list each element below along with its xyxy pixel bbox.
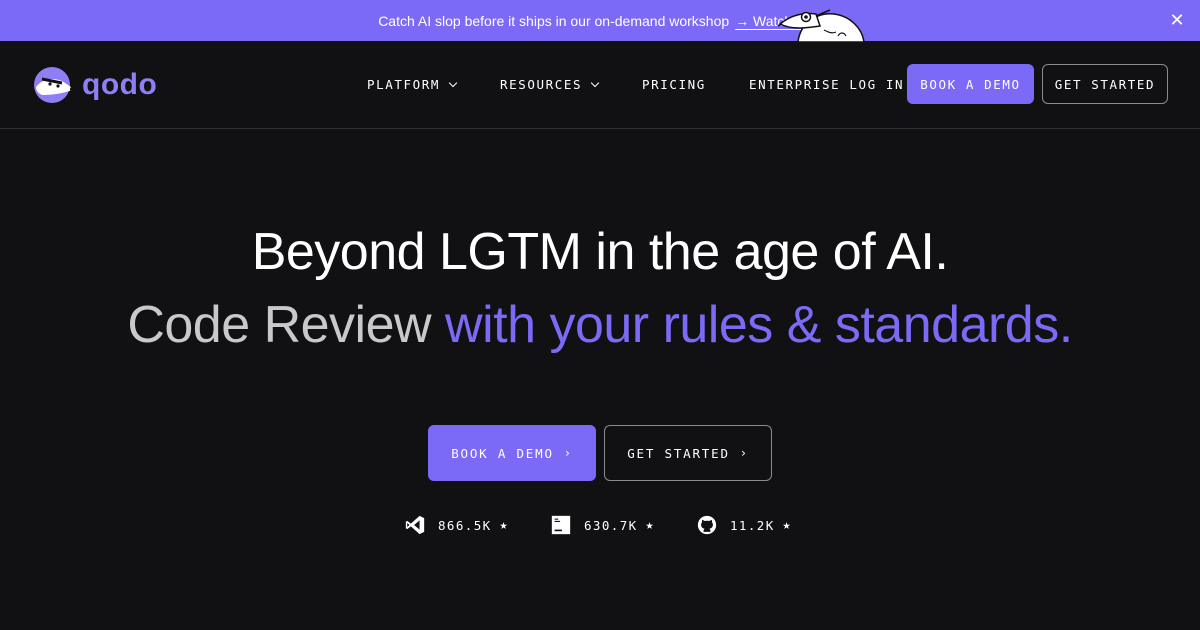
hero-subheadline-grey: Code Review xyxy=(127,296,446,354)
nav-platform-label: PLATFORM xyxy=(367,77,441,92)
stat-jetbrains: 630.7K ★ xyxy=(550,514,655,536)
brand-wordmark: qodo xyxy=(82,68,158,101)
chevron-down-icon xyxy=(590,78,600,87)
chevron-right-icon: › xyxy=(739,446,749,460)
nav-pricing[interactable]: PRICING xyxy=(642,77,706,92)
hero-book-demo-button[interactable]: BOOK A DEMO › xyxy=(428,425,596,481)
book-demo-button[interactable]: BOOK A DEMO xyxy=(907,64,1034,104)
hero-headline: Beyond LGTM in the age of AI. xyxy=(251,223,949,281)
hero-subheadline-accent: with your rules & standards. xyxy=(445,296,1073,354)
close-icon[interactable]: ✕ xyxy=(1168,11,1186,29)
stat-jetbrains-value: 630.7K xyxy=(584,517,638,533)
top-navigation: qodo PLATFORM RESOURCES PRICING ENTERPRI… xyxy=(0,41,1200,129)
badger-mascot-illustration xyxy=(776,2,868,42)
hero-book-demo-label: BOOK A DEMO xyxy=(451,445,554,461)
star-icon: ★ xyxy=(782,517,792,533)
chevron-down-icon xyxy=(448,78,458,87)
nav-pricing-label: PRICING xyxy=(642,77,706,92)
vscode-icon xyxy=(404,514,426,536)
nav-resources[interactable]: RESOURCES xyxy=(500,77,600,92)
github-icon xyxy=(696,514,718,536)
nav-platform[interactable]: PLATFORM xyxy=(367,77,458,92)
qodo-logo[interactable]: qodo xyxy=(32,65,157,105)
nav-enterprise-login-label: ENTERPRISE LOG IN xyxy=(749,77,905,92)
hero-get-started-label: GET STARTED xyxy=(627,445,730,461)
stat-vscode: 866.5K ★ xyxy=(404,514,509,536)
star-icon: ★ xyxy=(499,517,509,533)
nav-resources-label: RESOURCES xyxy=(500,77,583,92)
announcement-text: Catch AI slop before it ships in our on-… xyxy=(378,12,730,29)
hero-subheadline: Code Review with your rules & standards. xyxy=(0,295,1200,355)
hero-get-started-button[interactable]: GET STARTED › xyxy=(604,425,772,481)
get-started-button[interactable]: GET STARTED xyxy=(1042,64,1168,104)
chevron-right-icon: › xyxy=(563,446,573,460)
star-icon: ★ xyxy=(645,517,655,533)
stat-github-value: 11.2K xyxy=(730,517,775,533)
stat-github: 11.2K ★ xyxy=(696,514,792,536)
qodo-badger-logo xyxy=(34,67,74,103)
install-stats: 866.5K ★ 630.7K ★ 11.2K ★ xyxy=(0,514,1200,538)
announcement-bar: Catch AI slop before it ships in our on-… xyxy=(0,0,1200,42)
stat-vscode-value: 866.5K xyxy=(438,517,492,533)
jetbrains-icon xyxy=(550,514,572,536)
nav-enterprise-login[interactable]: ENTERPRISE LOG IN xyxy=(749,77,904,92)
